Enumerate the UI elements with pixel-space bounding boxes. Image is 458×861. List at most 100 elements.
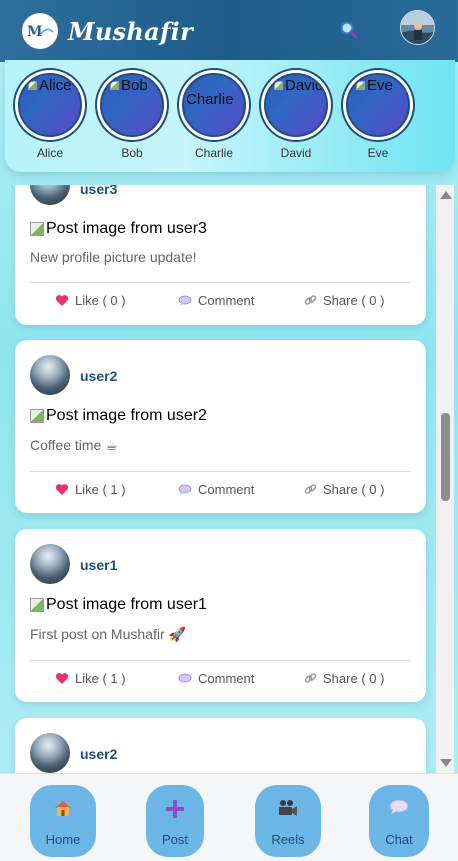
like-count: 0 <box>110 293 118 308</box>
post-username[interactable]: user2 <box>80 368 117 384</box>
nav-chat-button[interactable]: Chat <box>369 785 429 857</box>
post-image[interactable]: Post image from user1 <box>30 596 207 614</box>
like-label: Like <box>75 671 99 686</box>
like-button[interactable]: Like ( 1 ) <box>55 671 126 686</box>
stories-bar: Alice Alice Bob Bob Charlie Charlie Davi… <box>5 60 455 172</box>
comment-label: Comment <box>198 293 255 308</box>
nav-reels-button[interactable]: Reels <box>255 785 321 857</box>
scroll-up-arrow-icon[interactable] <box>440 191 452 199</box>
share-label: Share <box>323 482 358 497</box>
post-username[interactable]: user1 <box>80 557 117 573</box>
post-card: user2 <box>15 718 426 773</box>
story-name: Eve <box>367 146 389 160</box>
share-button[interactable]: Share ( 0 ) <box>304 293 384 308</box>
post-image-alt: Post image from user1 <box>46 596 207 613</box>
house-icon <box>30 799 96 817</box>
like-button[interactable]: Like ( 0 ) <box>55 293 126 308</box>
post-avatar[interactable] <box>30 544 70 584</box>
bottom-nav: Home Post Reels Chat <box>0 773 458 861</box>
heart-icon <box>55 483 69 496</box>
post-username[interactable]: user3 <box>80 185 117 197</box>
nav-home-button[interactable]: Home <box>30 785 96 857</box>
speech-bubble-icon <box>178 673 192 685</box>
post-card: user2 Post image from user2 Coffee time … <box>15 340 426 513</box>
share-button[interactable]: Share ( 0 ) <box>304 482 384 497</box>
movie-camera-icon <box>255 799 321 817</box>
story-name: David <box>280 146 312 160</box>
share-label: Share <box>323 671 358 686</box>
like-button[interactable]: Like ( 1 ) <box>55 482 126 497</box>
post-divider <box>30 660 411 661</box>
story-alt-text: Charlie <box>186 91 234 108</box>
post-avatar[interactable] <box>30 733 70 773</box>
link-icon <box>304 294 317 307</box>
story-avatar: Eve <box>346 73 410 137</box>
share-button[interactable]: Share ( 0 ) <box>304 671 384 686</box>
svg-text:M: M <box>27 24 43 40</box>
nav-post-label: Post <box>161 832 188 847</box>
broken-image-icon <box>30 409 44 423</box>
nav-post-button[interactable]: Post <box>146 785 204 857</box>
search-icon[interactable] <box>339 20 359 40</box>
post-image[interactable]: Post image from user2 <box>30 407 207 425</box>
nav-home-label: Home <box>45 832 81 847</box>
broken-image-icon <box>274 81 283 90</box>
post-image[interactable]: Post image from user3 <box>30 220 207 238</box>
story-avatar: Alice <box>18 73 82 137</box>
post-caption: First post on Mushafir 🚀 <box>30 626 186 642</box>
story-bob[interactable]: Bob Bob <box>97 70 167 160</box>
scroll-down-arrow-icon[interactable] <box>440 759 452 767</box>
story-name: Bob <box>121 146 143 160</box>
like-label: Like <box>75 293 99 308</box>
story-ring: David <box>261 70 331 140</box>
broken-image-icon <box>356 81 365 90</box>
story-image-alt: David <box>274 77 323 94</box>
story-charlie[interactable]: Charlie Charlie <box>179 70 249 160</box>
story-image-alt: Alice <box>28 77 72 94</box>
scroll-thumb[interactable] <box>441 413 450 501</box>
link-icon <box>304 672 317 685</box>
post-divider <box>30 471 411 472</box>
post-username[interactable]: user2 <box>80 746 117 762</box>
post-card: user1 Post image from user1 First post o… <box>15 529 426 702</box>
logo-mark-icon: M <box>27 24 54 40</box>
post-avatar[interactable] <box>30 185 70 205</box>
app-logo[interactable]: M <box>22 13 58 49</box>
comment-button[interactable]: Comment <box>178 293 254 308</box>
speech-bubble-icon <box>178 295 192 307</box>
story-image-alt: Bob <box>110 77 148 94</box>
story-ring: Charlie <box>179 70 249 140</box>
story-alt-text: Eve <box>367 77 393 94</box>
post-avatar[interactable] <box>30 355 70 395</box>
broken-image-icon <box>30 222 44 236</box>
post-divider <box>30 282 411 283</box>
comment-button[interactable]: Comment <box>178 671 254 686</box>
story-name: Charlie <box>194 146 233 160</box>
broken-image-icon <box>28 81 37 90</box>
story-eve[interactable]: Eve Eve <box>343 70 413 160</box>
post-image-alt: Post image from user2 <box>46 407 207 424</box>
story-name: Alice <box>36 146 63 160</box>
share-count: 0 <box>369 293 377 308</box>
comment-button[interactable]: Comment <box>178 482 254 497</box>
plus-icon <box>146 799 204 819</box>
story-avatar: Charlie <box>182 73 246 137</box>
nav-reels-label: Reels <box>271 832 305 847</box>
link-icon <box>304 483 317 496</box>
nav-chat-label: Chat <box>385 832 413 847</box>
story-ring: Eve <box>343 70 413 140</box>
story-david[interactable]: David David <box>261 70 331 160</box>
story-avatar: Bob <box>100 73 164 137</box>
comment-label: Comment <box>198 482 255 497</box>
feed-scrollbar[interactable] <box>436 185 454 773</box>
story-alice[interactable]: Alice Alice <box>15 70 85 160</box>
broken-image-icon <box>110 81 119 90</box>
share-label: Share <box>323 293 358 308</box>
story-ring: Bob <box>97 70 167 140</box>
post-actions: Like ( 1 ) Comment Share ( 0 ) <box>15 671 426 691</box>
broken-image-icon <box>30 598 44 612</box>
profile-avatar[interactable] <box>400 10 435 45</box>
like-count: 1 <box>110 671 118 686</box>
story-alt-text: David <box>285 77 324 94</box>
share-count: 0 <box>369 482 377 497</box>
